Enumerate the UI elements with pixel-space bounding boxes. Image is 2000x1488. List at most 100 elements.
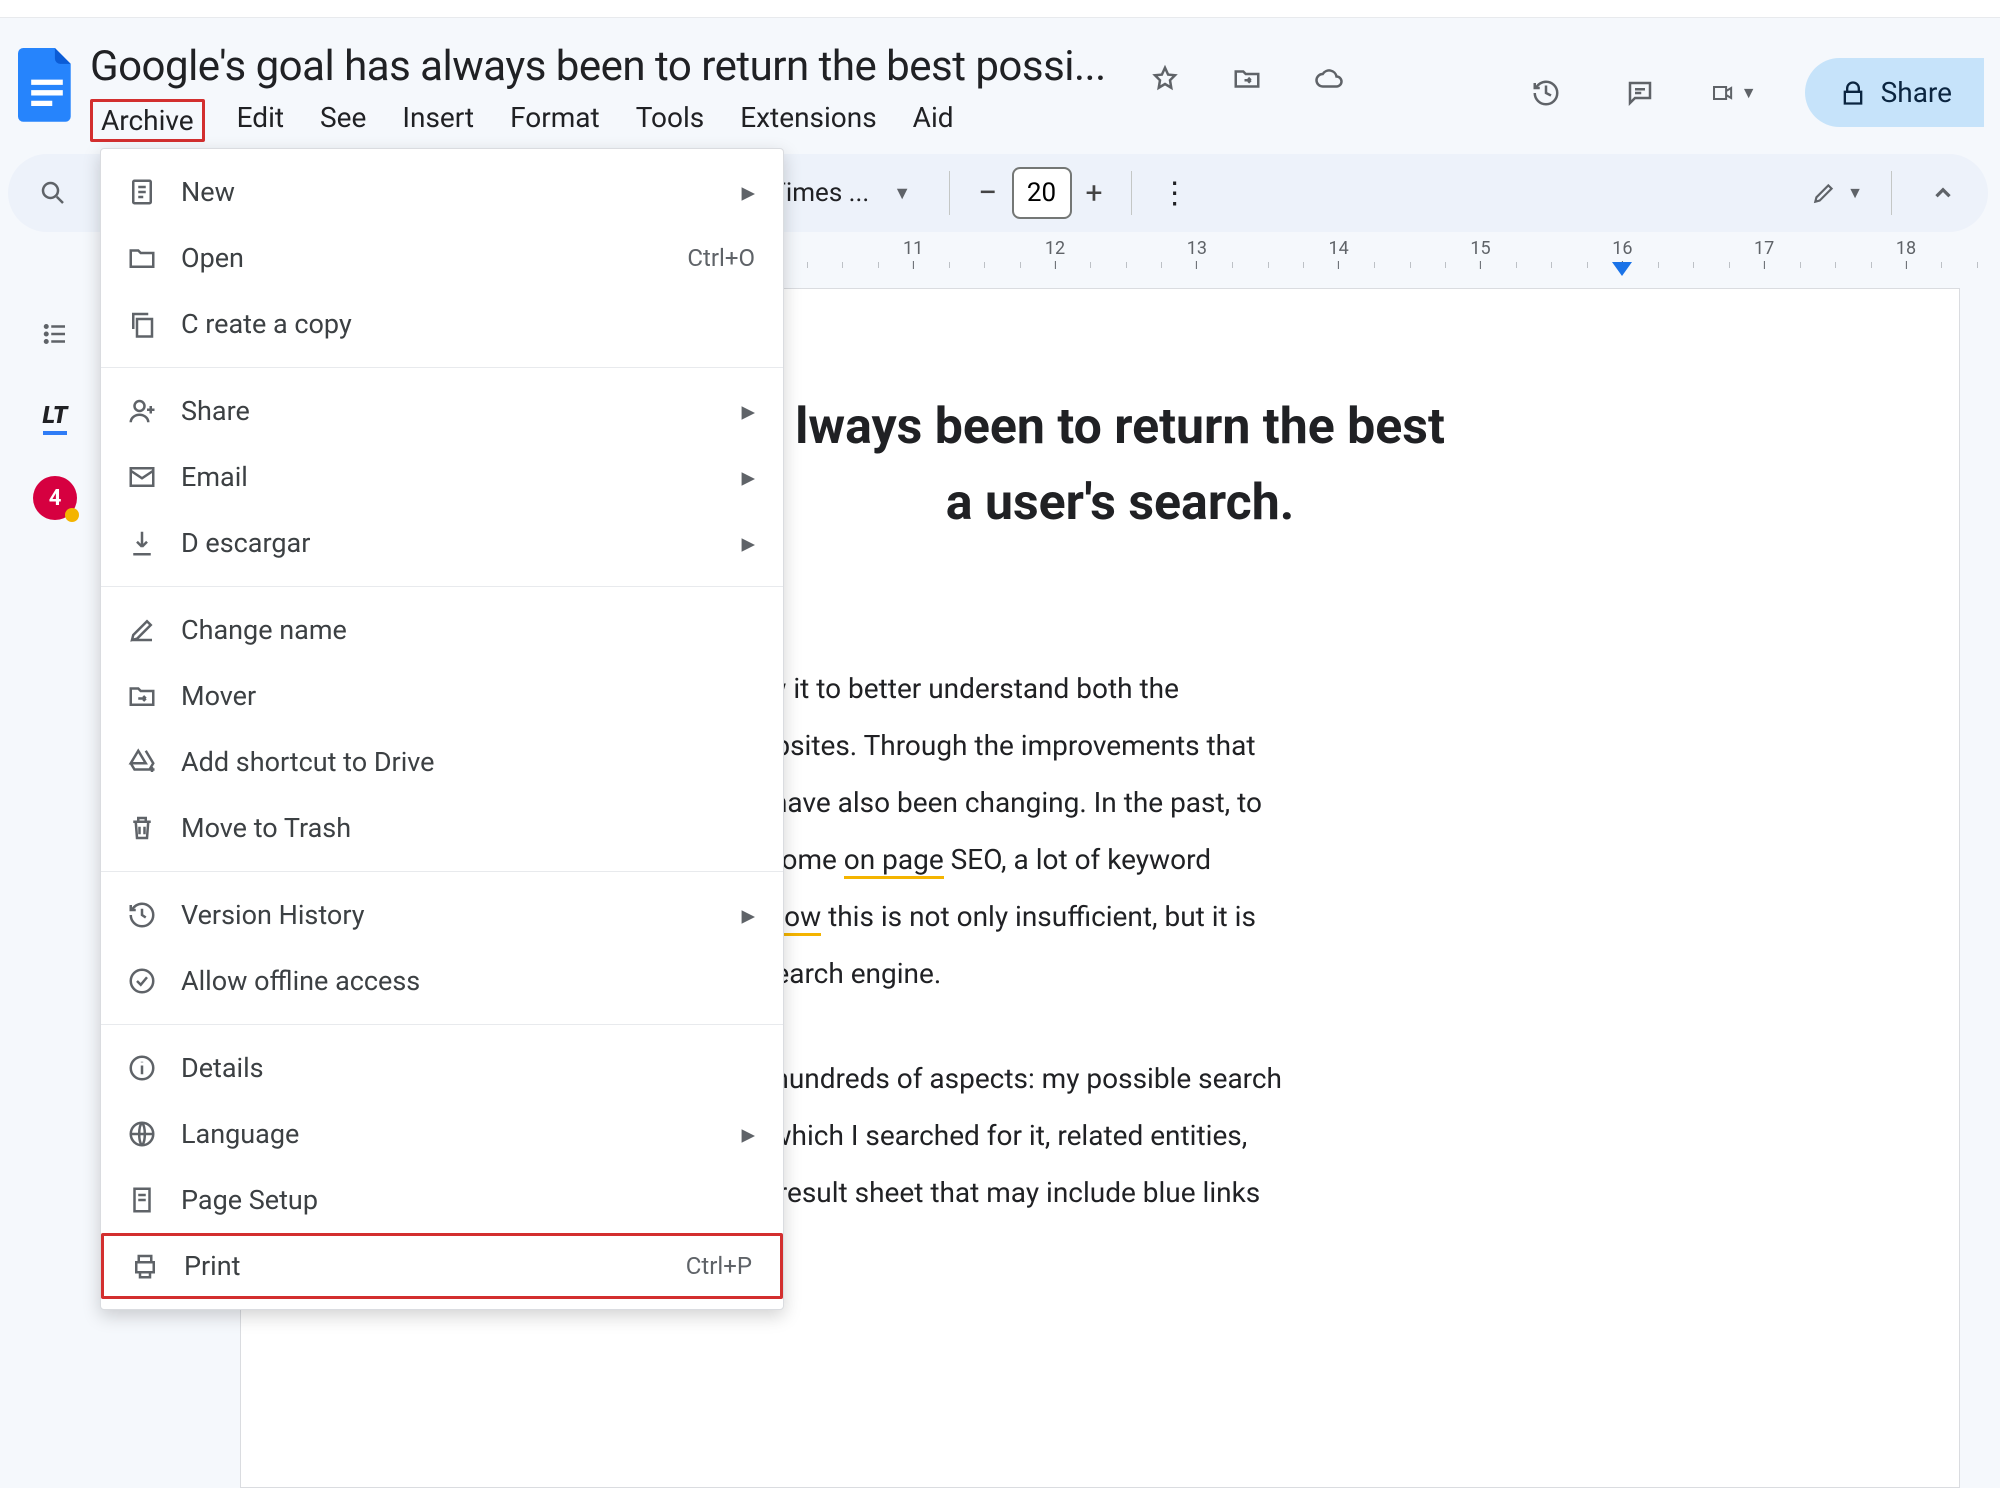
copy-icon [125,307,159,341]
menu-item-email[interactable]: Email ▸ [101,444,783,510]
more-options-icon[interactable]: ⋮ [1160,176,1190,211]
ruler-tick: 18 [1896,238,1916,269]
menu-see[interactable]: See [316,99,370,142]
ruler-tick: 13 [1187,238,1207,269]
mail-icon [125,460,159,494]
download-icon [125,526,159,560]
comments-icon[interactable] [1617,70,1663,116]
move-to-folder-icon[interactable] [1224,56,1270,102]
lock-icon [1839,79,1867,107]
chevron-down-icon: ▼ [893,183,911,204]
rename-icon [125,613,159,647]
menu-item-d-escargar[interactable]: D escargar ▸ [101,510,783,576]
toolbar-separator [1131,171,1132,215]
menu-item-label: Details [181,1052,264,1084]
menu-item-label: Version History [181,899,364,931]
menu-item-label: Allow offline access [181,965,420,997]
menu-item-allow-offline-access[interactable]: Allow offline access [101,948,783,1014]
ruler-tick: 17 [1754,238,1774,269]
notification-badge[interactable]: 4 [33,476,77,520]
menu-edit[interactable]: Edit [233,99,288,142]
ruler-tick: 15 [1470,238,1490,269]
submenu-arrow-icon: ▸ [741,527,755,559]
menu-separator [101,871,783,872]
star-icon[interactable] [1142,56,1188,102]
menu-item-label: Change name [181,614,347,646]
font-family-select[interactable]: Times ... ▼ [760,178,921,208]
header-right-actions: ▼ Share [1523,58,1988,127]
menu-separator [101,586,783,587]
menu-item-label: Page Setup [181,1184,318,1216]
present-meet-icon[interactable]: ▼ [1711,70,1757,116]
menu-item-open[interactable]: Open Ctrl+O [101,225,783,291]
docs-logo-icon[interactable] [18,48,76,122]
menu-item-version-history[interactable]: Version History▸ [101,882,783,948]
title-block: Google's goal has always been to return … [90,42,1106,142]
menu-extensions[interactable]: Extensions [736,99,880,142]
toolbar-separator [1891,171,1892,215]
share-label: Share [1881,76,1952,109]
collapse-toolbar-icon[interactable] [1920,170,1966,216]
indent-marker[interactable] [1612,262,1632,276]
editing-mode-button[interactable]: ▼ [1811,180,1863,206]
title-icons [1142,56,1352,102]
share-button[interactable]: Share [1805,58,1984,127]
font-size-group: − + [978,167,1102,219]
doc-icon [125,175,159,209]
menu-tools[interactable]: Tools [632,99,709,142]
menu-item-new[interactable]: New▸ [101,159,783,225]
menu-item-label: Email [181,461,248,493]
trash-icon [125,811,159,845]
menu-format[interactable]: Format [506,99,604,142]
cloud-saved-icon[interactable] [1306,56,1352,102]
menu-item-c-reate-a-copy[interactable]: C reate a copy [101,291,783,357]
menu-item-label: Open [181,242,244,274]
menu-item-label: New [181,176,235,208]
move-icon [125,679,159,713]
pencil-icon [1811,180,1837,206]
folder-icon [125,241,159,275]
menu-item-change-name[interactable]: Change name [101,597,783,663]
menu-item-label: C reate a copy [181,308,352,340]
menu-item-print[interactable]: PrintCtrl+P [101,1233,783,1299]
menu-item-move-to-trash[interactable]: Move to Trash [101,795,783,861]
menu-bar: Archive Edit See Insert Format Tools Ext… [90,99,1106,142]
languagetool-icon[interactable]: LT [29,392,81,444]
menu-item-page-setup[interactable]: Page Setup [101,1167,783,1233]
menu-shortcut: Ctrl+O [687,244,755,272]
menu-item-label: D escargar [181,527,310,559]
menu-item-mover[interactable]: Mover [101,663,783,729]
menu-item-label: Language [181,1118,299,1150]
menu-item-label: Move to Trash [181,812,351,844]
menu-item-label: Share [181,395,250,427]
submenu-arrow-icon: ▸ [741,461,755,493]
decrease-font-button[interactable]: − [978,173,997,213]
search-icon[interactable] [30,170,76,216]
submenu-arrow-icon: ▸ [741,395,755,427]
print-icon [128,1249,162,1283]
menu-item-language[interactable]: Language ▸ [101,1101,783,1167]
menu-item-add-shortcut-to-drive[interactable]: Add shortcut to Drive [101,729,783,795]
info-icon [125,1051,159,1085]
outline-icon[interactable] [29,308,81,360]
menu-item-details[interactable]: Details [101,1035,783,1101]
document-title[interactable]: Google's goal has always been to return … [90,42,1106,91]
increase-font-button[interactable]: + [1086,176,1103,211]
menu-item-label: Add shortcut to Drive [181,746,434,778]
ruler-tick: 12 [1045,238,1065,269]
menu-archive[interactable]: Archive [90,99,205,142]
left-gutter: LT 4 [0,238,110,1488]
font-family-label: Times ... [770,178,869,208]
menu-aid[interactable]: Aid [909,99,958,142]
submenu-arrow-icon: ▸ [741,1118,755,1150]
archive-dropdown-menu: New▸OpenCtrl+OC reate a copyShare▸Email▸… [100,148,784,1310]
menu-item-share[interactable]: Share ▸ [101,378,783,444]
ruler-tick: 14 [1329,238,1349,269]
drive-shortcut-icon [125,745,159,779]
version-history-icon[interactable] [1523,70,1569,116]
history-icon [125,898,159,932]
menu-item-label: Mover [181,680,256,712]
menu-insert[interactable]: Insert [398,99,478,142]
font-size-input[interactable] [1012,167,1072,219]
page-setup-icon [125,1183,159,1217]
